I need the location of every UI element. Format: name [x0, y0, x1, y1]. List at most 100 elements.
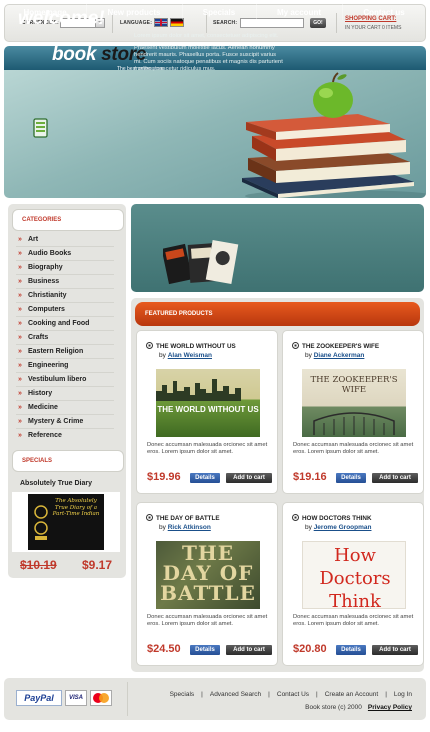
product-card: HOW DOCTORS THINK by Jerome Groopman How…	[282, 502, 424, 666]
book-logo-icon	[33, 118, 48, 138]
product-description: Donec accumsan malesuada orcionec sit am…	[147, 442, 268, 455]
categories-title: CATEGORIES	[22, 217, 62, 223]
product-description: Donec accumsan malesuada orcionec sit am…	[293, 442, 414, 455]
category-eastern-religion[interactable]: Eastern Religion	[16, 345, 114, 359]
category-vestibulum-libero[interactable]: Vestibulum libero	[16, 373, 114, 387]
cart-status: IN YOUR CART 0 ITEMS	[345, 25, 402, 31]
product-title[interactable]: THE WORLD WITHOUT US	[146, 342, 236, 350]
product-author-link[interactable]: Alan Weisman	[168, 352, 212, 359]
category-crafts[interactable]: Crafts	[16, 331, 114, 345]
footer-link-advanced-search[interactable]: Advanced Search	[210, 691, 261, 698]
store-logo[interactable]: book store	[52, 44, 146, 66]
logo-word-book: book	[52, 44, 97, 65]
category-list: Art Audio Books Biography Business Chris…	[16, 233, 114, 443]
product-price: $19.16	[293, 471, 327, 483]
category-biography[interactable]: Biography	[16, 261, 114, 275]
product-card: THE DAY OF BATTLE by Rick Atkinson THE D…	[136, 502, 278, 666]
product-byline: by Alan Weisman	[159, 352, 212, 359]
welcome-paragraph-2: Praesent vestibulum molestie lacus. Aene…	[134, 45, 283, 72]
product-byline: by Diane Ackerman	[305, 352, 364, 359]
add-to-cart-button[interactable]: Add to cart	[372, 645, 418, 655]
category-reference[interactable]: Reference	[16, 429, 114, 443]
product-author-link[interactable]: Jerome Groopman	[314, 524, 372, 531]
city-skyline-art	[156, 379, 241, 401]
cover-text: THE WORLD WITHOUT US	[157, 405, 259, 414]
add-to-cart-button[interactable]: Add to cart	[226, 645, 272, 655]
category-mystery-crime[interactable]: Mystery & Crime	[16, 415, 114, 429]
category-art[interactable]: Art	[16, 233, 114, 247]
hero-banner	[4, 70, 426, 198]
gate-art	[313, 412, 395, 435]
footer-link-contact-us[interactable]: Contact Us	[277, 691, 309, 698]
footer-link-specials[interactable]: Specials	[170, 691, 195, 698]
special-old-price: $10.19	[20, 558, 57, 572]
product-description: Donec accumsan malesuada orcionec sit am…	[147, 614, 268, 627]
nav-specials[interactable]: Specials	[182, 0, 256, 24]
product-cover[interactable]: THE WORLD WITHOUT US	[156, 369, 260, 437]
category-engineering[interactable]: Engineering	[16, 359, 114, 373]
copyright-text: Book store (c) 2000	[305, 704, 362, 711]
add-to-cart-button[interactable]: Add to cart	[226, 473, 272, 483]
category-medicine[interactable]: Medicine	[16, 401, 114, 415]
featured-title: FEATURED PRODUCTS	[145, 311, 213, 317]
by-label: by	[305, 352, 312, 359]
cover-text: THE DAY OF BATTLE	[160, 541, 256, 605]
payment-logos: PayPal VISA	[16, 690, 112, 706]
product-byline: by Rick Atkinson	[159, 524, 211, 531]
product-cover[interactable]: THE ZOOKEEPER'S WIFE	[302, 369, 406, 437]
details-button[interactable]: Details	[336, 473, 366, 483]
product-price: $24.50	[147, 643, 181, 655]
specials-header: SPECIALS	[12, 450, 124, 472]
mastercard-icon	[90, 690, 112, 706]
mastercard-circles	[93, 693, 109, 703]
books-and-apple-illustration	[242, 72, 426, 198]
paypal-icon: PayPal	[16, 690, 62, 706]
add-to-cart-button[interactable]: Add to cart	[372, 473, 418, 483]
details-button[interactable]: Details	[336, 645, 366, 655]
product-description: Donec accumsan malesuada orcionec sit am…	[293, 614, 414, 627]
footer-link-log-in[interactable]: Log In	[394, 691, 412, 698]
welcome-title: welcome!	[18, 8, 105, 29]
product-title[interactable]: THE DAY OF BATTLE	[146, 514, 220, 522]
category-audio-books[interactable]: Audio Books	[16, 247, 114, 261]
featured-header: FEATURED PRODUCTS	[135, 302, 420, 326]
product-author-link[interactable]: Diane Ackerman	[314, 352, 365, 359]
special-book-cover-frame: The Absolutely True Diary of a Part-Time…	[12, 492, 120, 552]
welcome-books-illustration	[163, 240, 239, 285]
nav-contact-us[interactable]: Contact us	[342, 0, 426, 24]
specials-title: SPECIALS	[22, 458, 53, 464]
product-cover[interactable]: How Doctors Think	[302, 541, 406, 609]
visa-icon: VISA	[65, 690, 87, 706]
welcome-paragraph-1: Lorem ipsum dolor sit amet, consectetuer…	[134, 33, 279, 39]
by-label: by	[305, 524, 312, 531]
details-button[interactable]: Details	[190, 645, 220, 655]
product-title[interactable]: HOW DOCTORS THINK	[292, 514, 372, 522]
product-price: $19.96	[147, 471, 181, 483]
by-label: by	[159, 352, 166, 359]
welcome-panel	[131, 204, 424, 292]
special-cover-text: The Absolutely True Diary of a Part-Time…	[52, 498, 100, 517]
special-new-price: $9.17	[82, 558, 113, 572]
special-cover-art	[34, 505, 48, 540]
product-cover[interactable]: THE DAY OF BATTLE	[156, 541, 260, 609]
footer-links: Specials | Advanced Search | Contact Us | Crea…	[169, 691, 412, 698]
categories-header: CATEGORIES	[12, 209, 124, 231]
footer-link-create-account[interactable]: Create an Account	[325, 691, 378, 698]
category-cooking-and-food[interactable]: Cooking and Food	[16, 317, 114, 331]
product-author-link[interactable]: Rick Atkinson	[168, 524, 211, 531]
category-computers[interactable]: Computers	[16, 303, 114, 317]
special-book-cover[interactable]: The Absolutely True Diary of a Part-Time…	[28, 494, 104, 550]
by-label: by	[159, 524, 166, 531]
special-book-title[interactable]: Absolutely True Diary	[20, 480, 92, 487]
footer-divider	[127, 682, 128, 716]
product-price: $20.80	[293, 643, 327, 655]
product-title[interactable]: THE ZOOKEEPER'S WIFE	[292, 342, 379, 350]
category-history[interactable]: History	[16, 387, 114, 401]
privacy-policy-link[interactable]: Privacy Policy	[368, 704, 412, 711]
nav-my-account[interactable]: My account	[256, 0, 342, 24]
category-christianity[interactable]: Christianity	[16, 289, 114, 303]
welcome-text: Lorem ipsum dolor sit amet, consectetuer…	[134, 33, 284, 73]
details-button[interactable]: Details	[190, 473, 220, 483]
category-business[interactable]: Business	[16, 275, 114, 289]
cover-text: How Doctors Think	[319, 545, 391, 609]
